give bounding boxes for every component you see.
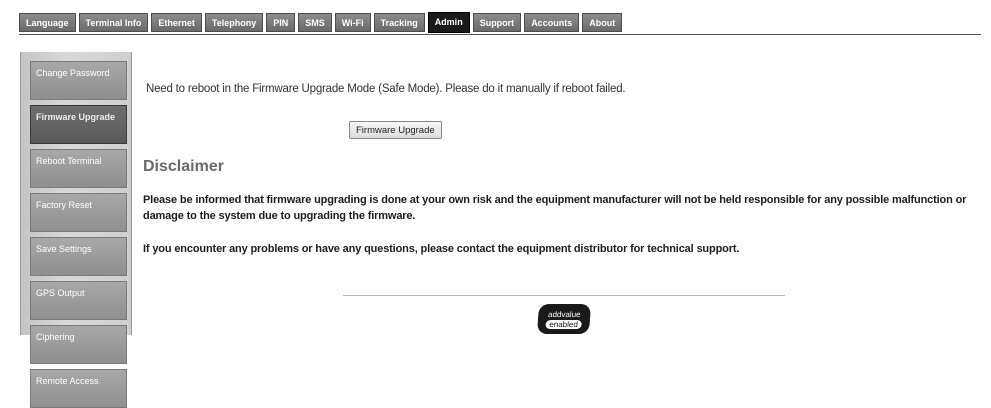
addvalue-logo: addvalue enabled bbox=[536, 304, 592, 334]
admin-sidebar: Change Password Firmware Upgrade Reboot … bbox=[20, 52, 132, 408]
sidebar-item-ciphering[interactable]: Ciphering bbox=[30, 325, 127, 364]
firmware-upgrade-button[interactable]: Firmware Upgrade bbox=[349, 121, 442, 139]
top-navigation-bar: Language Terminal Info Ethernet Telephon… bbox=[0, 0, 991, 40]
tab-support[interactable]: Support bbox=[472, 13, 522, 32]
sidebar-item-reboot-terminal[interactable]: Reboot Terminal bbox=[30, 149, 127, 188]
sidebar-item-change-password[interactable]: Change Password bbox=[30, 61, 127, 100]
logo-text-bottom: enabled bbox=[545, 319, 583, 329]
tab-telephony[interactable]: Telephony bbox=[204, 13, 264, 32]
tab-language[interactable]: Language bbox=[19, 13, 76, 32]
sidebar-item-save-settings[interactable]: Save Settings bbox=[30, 237, 127, 276]
reboot-notice: Need to reboot in the Firmware Upgrade M… bbox=[146, 83, 626, 95]
sidebar-item-gps-output[interactable]: GPS Output bbox=[30, 281, 127, 320]
sidebar-item-remote-access[interactable]: Remote Access bbox=[30, 369, 127, 408]
tab-underline bbox=[19, 34, 981, 35]
main-content: Need to reboot in the Firmware Upgrade M… bbox=[143, 52, 976, 335]
disclaimer-paragraph-2: If you encounter any problems or have an… bbox=[143, 243, 740, 255]
tab-tracking[interactable]: Tracking bbox=[373, 13, 425, 32]
tab-pin[interactable]: PIN bbox=[266, 13, 296, 32]
footer-divider bbox=[343, 295, 785, 296]
tab-about[interactable]: About bbox=[582, 13, 623, 32]
sidebar-item-factory-reset[interactable]: Factory Reset bbox=[30, 193, 127, 232]
tab-sms[interactable]: SMS bbox=[298, 13, 332, 32]
tab-terminal-info[interactable]: Terminal Info bbox=[78, 13, 149, 32]
disclaimer-heading: Disclaimer bbox=[143, 158, 224, 175]
tab-accounts[interactable]: Accounts bbox=[524, 13, 580, 32]
logo-text-top: addvalue bbox=[547, 309, 581, 319]
disclaimer-paragraph-1: Please be informed that firmware upgradi… bbox=[143, 194, 967, 222]
tab-admin[interactable]: Admin bbox=[427, 12, 470, 33]
tab-ethernet[interactable]: Ethernet bbox=[151, 13, 202, 32]
sidebar-item-firmware-upgrade[interactable]: Firmware Upgrade bbox=[30, 105, 127, 144]
tab-wifi[interactable]: Wi-Fi bbox=[334, 13, 371, 32]
tab-list: Language Terminal Info Ethernet Telephon… bbox=[19, 12, 623, 33]
